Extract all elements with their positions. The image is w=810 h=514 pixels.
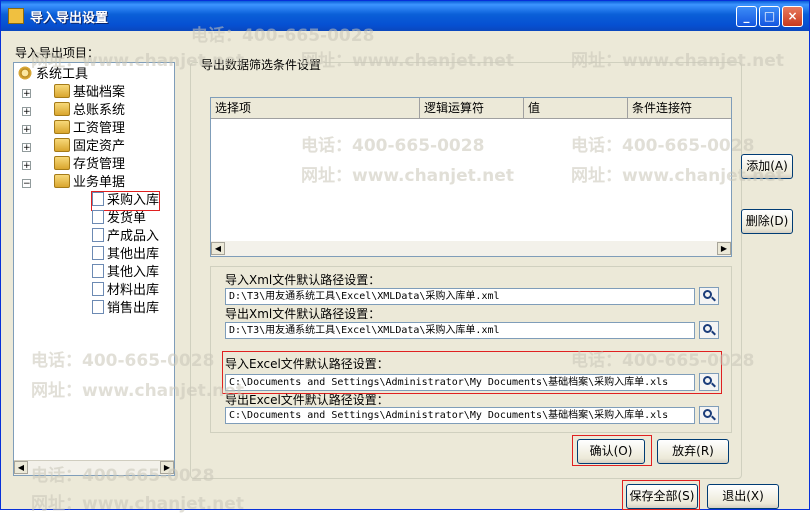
export-excel-label: 导出Excel文件默认路径设置：: [225, 393, 389, 407]
browse-button[interactable]: [699, 321, 719, 339]
column-header[interactable]: 条件连接符: [628, 98, 731, 118]
tree-leaf[interactable]: 发货单: [92, 210, 146, 228]
document-icon: [92, 192, 104, 206]
tree-leaf[interactable]: 其他入库: [92, 264, 159, 282]
tree-horizontal-scrollbar[interactable]: ◀ ▶: [14, 460, 174, 475]
column-header[interactable]: 值: [524, 98, 628, 118]
maximize-button[interactable]: □: [759, 6, 780, 27]
scroll-left-icon[interactable]: ◀: [211, 242, 225, 255]
folder-icon: [54, 174, 70, 188]
app-icon: [8, 8, 24, 24]
expand-icon[interactable]: +: [22, 143, 31, 153]
tree-leaf[interactable]: 材料出库: [92, 282, 159, 300]
document-icon: [92, 210, 104, 224]
scroll-right-icon[interactable]: ▶: [160, 461, 174, 474]
tree-node[interactable]: 工资管理: [54, 120, 125, 138]
folder-icon: [54, 156, 70, 170]
tree-node[interactable]: 总账系统: [54, 102, 125, 120]
import-xml-label: 导入Xml文件默认路径设置：: [225, 273, 381, 287]
document-icon: [92, 300, 104, 314]
export-excel-path-field[interactable]: C:\Documents and Settings\Administrator\…: [225, 407, 695, 424]
expand-icon[interactable]: +: [22, 125, 31, 135]
grid-header: 选择项 逻辑运算符 值 条件连接符: [211, 98, 731, 119]
grid-horizontal-scrollbar[interactable]: ◀ ▶: [211, 241, 731, 256]
expand-icon[interactable]: +: [22, 89, 31, 99]
document-icon: [92, 246, 104, 260]
scroll-left-icon[interactable]: ◀: [14, 461, 28, 474]
window-title: 导入导出设置: [30, 11, 109, 26]
close-button[interactable]: ×: [782, 6, 803, 27]
collapse-icon[interactable]: −: [22, 179, 31, 189]
minimize-button[interactable]: _: [736, 6, 757, 27]
folder-icon: [54, 102, 70, 116]
save-all-button[interactable]: 保存全部(S): [626, 484, 698, 509]
tree-node[interactable]: 存货管理: [54, 156, 125, 174]
tree-leaf-selected[interactable]: 采购入库: [90, 191, 161, 211]
watermark-url: 网址：www.chanjet.net: [31, 494, 244, 514]
expand-icon[interactable]: +: [22, 107, 31, 117]
title-bar[interactable]: 导入导出设置 _ □ ×: [1, 1, 809, 31]
column-header[interactable]: 选择项: [211, 98, 420, 118]
document-icon: [92, 282, 104, 296]
confirm-button[interactable]: 确认(O): [577, 439, 645, 464]
document-icon: [92, 228, 104, 242]
filter-group-label: 导出数据筛选条件设置: [198, 56, 325, 73]
add-button[interactable]: 添加(A): [741, 154, 793, 179]
exit-button[interactable]: 退出(X): [707, 484, 779, 509]
tree-node[interactable]: 业务单据: [54, 174, 125, 192]
browse-button[interactable]: [699, 373, 719, 391]
tree-view[interactable]: 系统工具 + 基础档案 + 总账系统 + 工资管理 + 固定资产 + 存货管理 …: [13, 62, 175, 476]
import-excel-path-field[interactable]: C:\Documents and Settings\Administrator\…: [225, 374, 695, 391]
browse-button[interactable]: [699, 406, 719, 424]
expand-icon[interactable]: +: [22, 161, 31, 171]
folder-icon: [54, 120, 70, 134]
document-icon: [92, 264, 104, 278]
browse-button[interactable]: [699, 287, 719, 305]
tree-node[interactable]: 基础档案: [54, 84, 125, 102]
tree-node[interactable]: 固定资产: [54, 138, 125, 156]
tree-root[interactable]: 系统工具: [17, 66, 88, 84]
export-xml-label: 导出Xml文件默认路径设置：: [225, 307, 381, 321]
scroll-right-icon[interactable]: ▶: [717, 242, 731, 255]
import-xml-path-field[interactable]: D:\T3\用友通系统工具\Excel\XMLData\采购入库单.xml: [225, 288, 695, 305]
tree-leaf[interactable]: 产成品入: [92, 228, 159, 246]
folder-icon: [54, 138, 70, 152]
export-xml-path-field[interactable]: D:\T3\用友通系统工具\Excel\XMLData\采购入库单.xml: [225, 322, 695, 339]
cancel-button[interactable]: 放弃(R): [657, 439, 729, 464]
tree-leaf[interactable]: 其他出库: [92, 246, 159, 264]
delete-button[interactable]: 删除(D): [741, 209, 793, 234]
tree-leaf[interactable]: 销售出库: [92, 300, 159, 318]
folder-icon: [54, 84, 70, 98]
import-excel-label: 导入Excel文件默认路径设置：: [225, 357, 389, 371]
import-export-items-label: 导入导出项目：: [15, 46, 100, 60]
column-header[interactable]: 逻辑运算符: [420, 98, 524, 118]
condition-grid[interactable]: 选择项 逻辑运算符 值 条件连接符 ◀ ▶: [210, 97, 732, 257]
gear-icon: [17, 66, 33, 80]
dialog-window: 导入导出设置 _ □ × 导入导出项目： 系统工具 + 基础档案 + 总账系统 …: [0, 0, 810, 514]
